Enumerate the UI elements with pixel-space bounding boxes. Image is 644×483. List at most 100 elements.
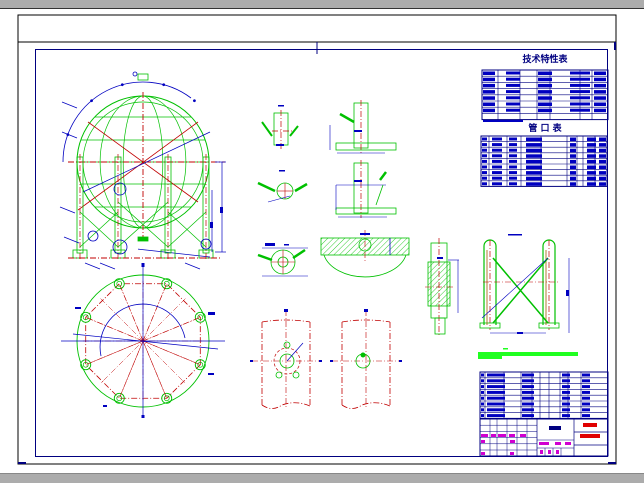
text-mark bbox=[509, 165, 517, 169]
text-mark bbox=[526, 143, 542, 147]
tech-table-title: 技术特性表 bbox=[522, 53, 568, 65]
text-mark bbox=[276, 144, 284, 146]
text-mark bbox=[250, 360, 253, 362]
text-mark bbox=[487, 408, 505, 412]
text-mark bbox=[594, 102, 606, 106]
text-mark bbox=[509, 148, 517, 152]
text-mark bbox=[594, 71, 606, 75]
circle bbox=[162, 83, 166, 87]
text-mark bbox=[509, 154, 517, 158]
text-mark bbox=[483, 71, 495, 75]
text-mark bbox=[483, 83, 495, 88]
text-mark bbox=[481, 390, 484, 394]
text-mark bbox=[570, 171, 576, 175]
text-mark bbox=[582, 390, 590, 394]
circle bbox=[113, 182, 127, 196]
line bbox=[339, 112, 355, 124]
line bbox=[481, 257, 549, 319]
text-mark bbox=[538, 77, 552, 82]
text-mark bbox=[487, 385, 505, 389]
text-mark bbox=[587, 143, 596, 147]
text-mark bbox=[482, 159, 487, 163]
text-mark bbox=[555, 442, 561, 445]
text-mark bbox=[319, 360, 322, 362]
text-mark bbox=[520, 434, 526, 437]
text-mark bbox=[570, 137, 576, 141]
text-mark bbox=[538, 90, 552, 94]
text-mark bbox=[481, 440, 485, 443]
text-mark bbox=[510, 440, 515, 443]
text-mark bbox=[599, 182, 606, 186]
circle bbox=[283, 341, 291, 349]
text-mark bbox=[540, 450, 543, 454]
text-mark bbox=[503, 348, 508, 350]
text-mark bbox=[570, 154, 576, 158]
text-mark bbox=[562, 414, 570, 418]
text-mark bbox=[526, 176, 542, 181]
text-mark bbox=[508, 234, 522, 236]
text-mark bbox=[483, 77, 495, 82]
column-section bbox=[330, 309, 402, 409]
rect bbox=[164, 156, 172, 254]
text-mark bbox=[509, 434, 515, 437]
text-mark bbox=[481, 373, 484, 377]
text-mark bbox=[492, 159, 502, 163]
text-mark bbox=[103, 405, 107, 407]
text-mark bbox=[492, 143, 502, 147]
text-mark bbox=[538, 102, 552, 106]
text-mark bbox=[492, 154, 502, 158]
text-mark bbox=[594, 77, 606, 82]
path bbox=[99, 303, 186, 357]
text-mark bbox=[141, 415, 145, 418]
text-mark bbox=[582, 408, 590, 412]
text-mark bbox=[482, 176, 487, 180]
text-mark bbox=[208, 312, 215, 315]
text-mark bbox=[492, 165, 502, 169]
text-mark bbox=[522, 396, 534, 400]
text-mark bbox=[509, 143, 517, 147]
text-mark bbox=[487, 414, 505, 418]
text-mark bbox=[522, 402, 534, 406]
text-mark bbox=[482, 171, 487, 175]
text-mark bbox=[565, 442, 571, 445]
drawing-sheet[interactable]: 技术特性表 管 口 表 bbox=[0, 0, 644, 482]
text-mark bbox=[481, 434, 488, 437]
text-mark bbox=[506, 108, 520, 112]
text-mark bbox=[562, 379, 570, 383]
text-mark bbox=[570, 182, 576, 186]
text-mark bbox=[582, 396, 590, 400]
text-mark bbox=[548, 450, 551, 454]
text-mark bbox=[487, 396, 505, 400]
title-block bbox=[479, 418, 609, 457]
text-mark bbox=[75, 307, 81, 309]
line bbox=[375, 184, 384, 206]
text-mark bbox=[570, 90, 590, 94]
text-mark bbox=[482, 154, 487, 158]
text-mark bbox=[509, 171, 517, 175]
text-mark bbox=[482, 137, 487, 141]
text-mark bbox=[492, 182, 502, 186]
tech-spec-table: 技术特性表 bbox=[481, 53, 609, 122]
text-mark bbox=[522, 373, 534, 377]
text-mark bbox=[587, 137, 596, 141]
text-mark bbox=[279, 170, 285, 172]
line bbox=[61, 101, 78, 109]
text-mark bbox=[330, 360, 333, 362]
text-mark bbox=[487, 373, 505, 377]
text-mark bbox=[399, 360, 402, 362]
text-mark bbox=[278, 105, 284, 107]
text-mark bbox=[587, 154, 596, 158]
nozzle-table-title: 管 口 表 bbox=[528, 122, 562, 134]
text-mark bbox=[526, 137, 542, 141]
text-mark bbox=[570, 108, 590, 112]
text-mark bbox=[481, 452, 485, 455]
text-mark bbox=[522, 379, 534, 383]
text-mark bbox=[483, 102, 495, 106]
circle bbox=[132, 71, 138, 77]
text-mark bbox=[599, 165, 606, 169]
parts-list bbox=[479, 371, 609, 419]
line bbox=[184, 262, 201, 270]
line bbox=[379, 171, 387, 181]
line bbox=[99, 262, 116, 270]
text-mark bbox=[483, 108, 495, 113]
